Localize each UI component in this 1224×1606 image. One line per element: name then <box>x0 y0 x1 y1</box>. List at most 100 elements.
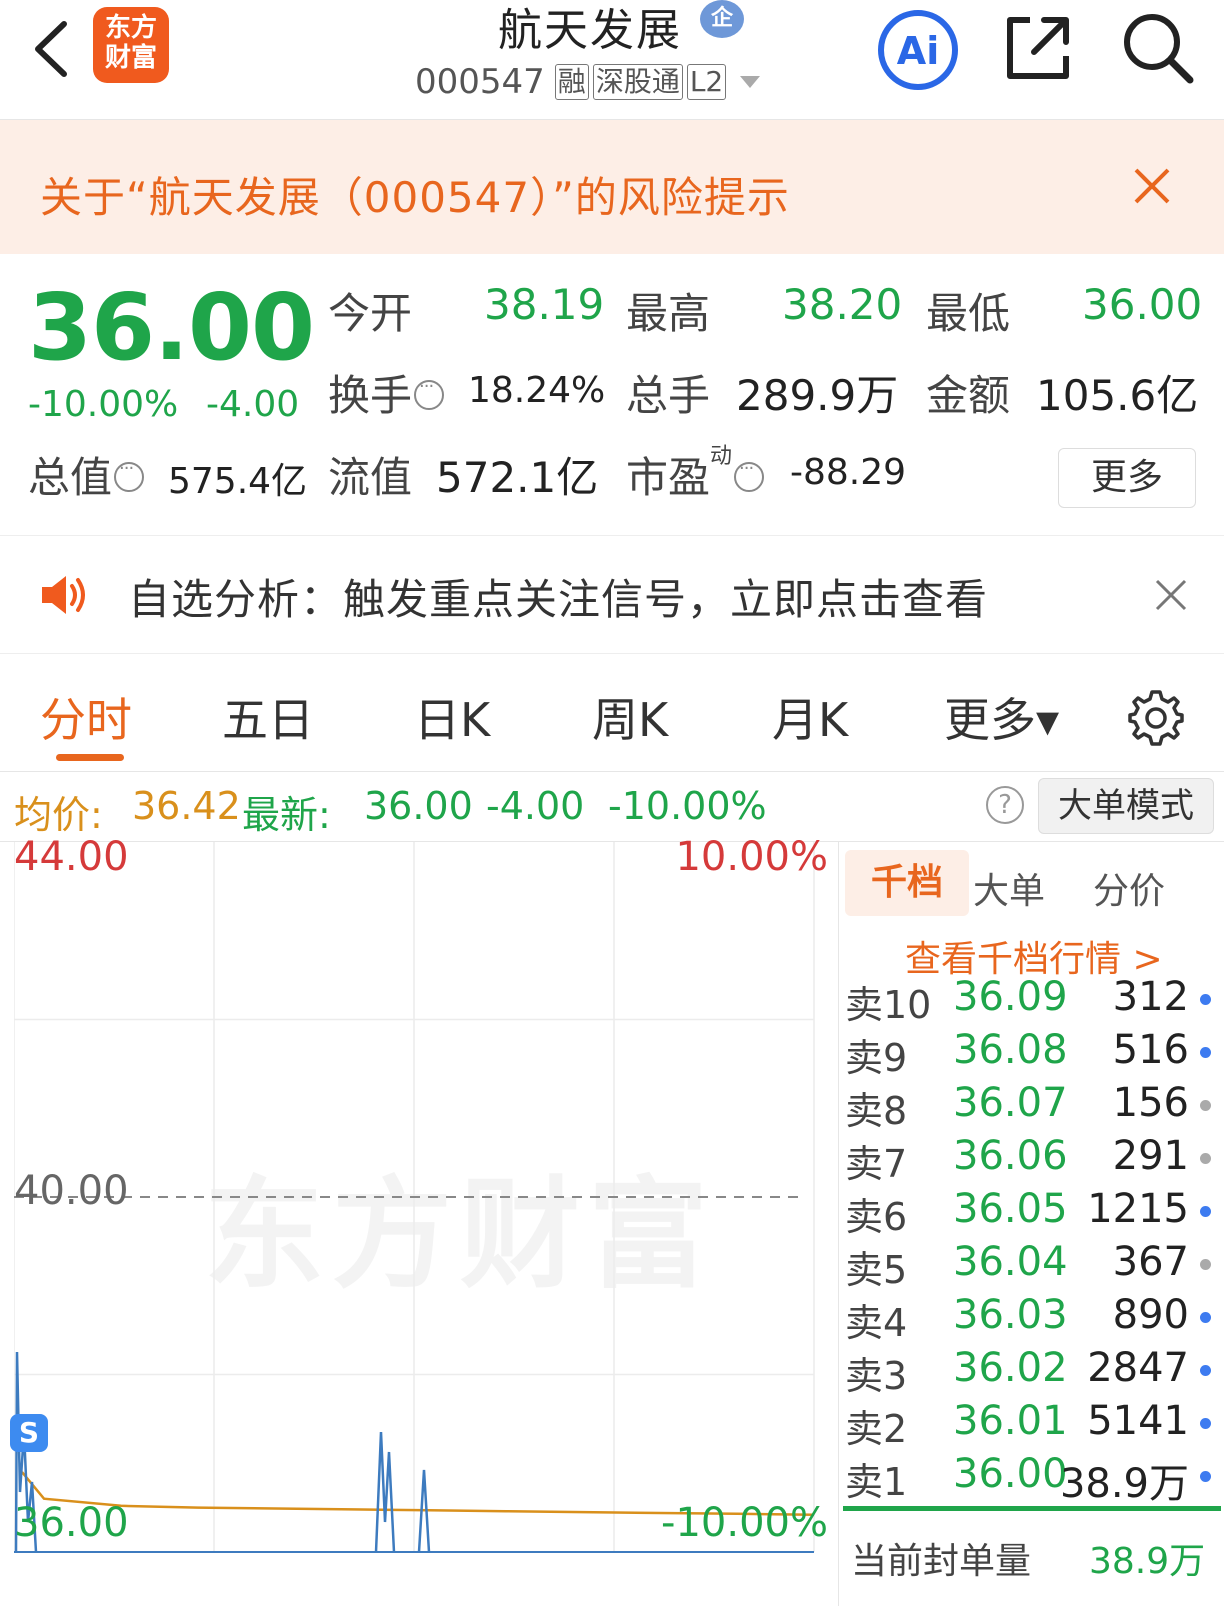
tab-daily-k[interactable]: 日K <box>414 684 490 750</box>
ask-price: 36.04 <box>953 1239 1068 1285</box>
tab-thousand-levels[interactable]: 千档 <box>845 850 969 916</box>
ask-price: 36.05 <box>953 1186 1068 1232</box>
ask-row[interactable]: 卖3 36.02 2847 <box>845 1345 1221 1398</box>
high-value: 38.20 <box>782 280 903 329</box>
order-book: 千档 大单 分价 查看千档行情 > 卖10 36.09 312 卖9 36.08 516 卖… <box>838 842 1224 1606</box>
sell-signal-marker[interactable]: S <box>10 1414 48 1452</box>
ask-row[interactable]: 卖8 36.07 156 <box>845 1080 1221 1133</box>
more-quote-button[interactable]: 更多 <box>1058 448 1196 508</box>
order-dot-icon <box>1200 1206 1211 1217</box>
volume-label: 总手 <box>626 371 711 420</box>
ask-row[interactable]: 卖6 36.05 1215 <box>845 1186 1221 1239</box>
ai-icon[interactable]: Ai <box>876 8 960 92</box>
order-dot-icon <box>1200 1100 1211 1111</box>
gear-icon[interactable] <box>1126 688 1184 746</box>
pe-value: -88.29 <box>790 452 907 493</box>
ask-volume: 5141 <box>1087 1398 1189 1444</box>
ask-price: 36.02 <box>953 1345 1068 1391</box>
latest-value: 36.00 <box>364 784 473 828</box>
ask-row[interactable]: 卖1 36.00 38.9万 <box>845 1451 1221 1507</box>
ask-volume: 38.9万 <box>1059 1461 1189 1507</box>
amount-value: 105.6亿 <box>1036 371 1199 420</box>
ask-row[interactable]: 卖5 36.04 367 <box>845 1239 1221 1292</box>
ask-level-label: 卖3 <box>845 1354 908 1398</box>
float-value: 572.1亿 <box>436 453 599 502</box>
search-icon[interactable] <box>1118 8 1198 88</box>
back-icon[interactable] <box>24 14 84 84</box>
risk-banner-text: 关于“航天发展（000547）”的风险提示 <box>40 173 790 222</box>
low-value: 36.00 <box>1082 280 1203 329</box>
ask-level-label: 卖4 <box>845 1301 908 1345</box>
order-dot-icon <box>1200 994 1211 1005</box>
ask-row[interactable]: 卖10 36.09 312 <box>845 974 1221 1027</box>
notice-text: 自选分析：触发重点关注信号，立即点击查看 <box>128 575 989 624</box>
turnover-label-text: 换手 <box>328 371 413 420</box>
mktcap-label[interactable]: 总值 <box>28 444 145 505</box>
active-tab-indicator <box>56 754 124 761</box>
avg-label: 均价: <box>14 793 103 837</box>
ask-price: 36.07 <box>953 1080 1068 1126</box>
avg-value: 36.42 <box>132 784 241 828</box>
price-spike <box>374 1431 396 1553</box>
ask-row[interactable]: 卖9 36.08 516 <box>845 1027 1221 1080</box>
analysis-notice[interactable]: 自选分析：触发重点关注信号，立即点击查看 <box>0 536 1224 654</box>
ask-volume: 890 <box>1112 1292 1189 1338</box>
more-info-icon[interactable] <box>734 458 765 492</box>
mktcap-value: 575.4亿 <box>168 461 308 502</box>
stock-code: 000547 <box>415 62 545 102</box>
ask-volume: 2847 <box>1087 1345 1189 1391</box>
tag-level2: L2 <box>686 64 727 100</box>
close-icon[interactable] <box>1132 166 1172 206</box>
ask-volume: 156 <box>1112 1080 1189 1126</box>
tab-big-orders[interactable]: 大单 <box>973 862 1045 914</box>
open-value: 38.19 <box>484 280 605 329</box>
tag-margin: 融 <box>554 64 589 100</box>
tab-more[interactable]: 更多▾ <box>944 684 1059 750</box>
more-info-icon[interactable] <box>114 458 145 492</box>
risk-banner[interactable]: 关于“航天发展（000547）”的风险提示 <box>0 120 1224 254</box>
tab-price-distribution[interactable]: 分价 <box>1093 862 1165 914</box>
order-dot-icon <box>1200 1153 1211 1164</box>
ask-volume: 312 <box>1112 974 1189 1020</box>
logo-line1: 东方 <box>104 13 157 43</box>
pct-axis-top: 10.00% <box>675 834 828 880</box>
pe-label[interactable]: 市盈动 <box>626 444 765 505</box>
intraday-chart[interactable]: 东方财富 44.00 10.00% 40.00 36.00 -10.00% S <box>10 834 834 1606</box>
order-dot-icon <box>1200 1312 1211 1323</box>
speaker-icon <box>42 576 85 614</box>
ask-level-label: 卖5 <box>845 1248 908 1292</box>
quote-panel: 36.00 -10.00% -4.00 今开 38.19 最高 38.20 最低… <box>0 254 1224 536</box>
seal-volume-value: 38.9万 <box>1089 1541 1206 1582</box>
ask-level-label: 卖6 <box>845 1195 908 1239</box>
stock-code-row[interactable]: 000547 融 深股通 L2 <box>415 62 761 102</box>
ask-row[interactable]: 卖4 36.03 890 <box>845 1292 1221 1345</box>
ask-price: 36.09 <box>953 974 1068 1020</box>
order-dot-icon <box>1200 1259 1211 1270</box>
chevron-down-icon[interactable] <box>740 76 761 88</box>
last-price: 36.00 <box>28 274 315 381</box>
tab-five-day[interactable]: 五日 <box>222 684 314 750</box>
close-icon[interactable] <box>1154 578 1188 612</box>
ask-price: 36.06 <box>953 1133 1068 1179</box>
help-icon[interactable]: ? <box>986 786 1024 824</box>
ask-row[interactable]: 卖2 36.01 5141 <box>845 1398 1221 1451</box>
float-label: 流值 <box>328 453 413 502</box>
chart-canvas <box>14 842 815 1553</box>
mktcap-label-text: 总值 <box>28 453 113 502</box>
ask-row[interactable]: 卖7 36.06 291 <box>845 1133 1221 1186</box>
y-axis-top: 44.00 <box>14 834 129 880</box>
big-order-mode-button[interactable]: 大单模式 <box>1038 778 1214 834</box>
tab-weekly-k[interactable]: 周K <box>592 684 668 750</box>
y-axis-bottom: 36.00 <box>14 1500 129 1546</box>
tag-connect: 深股通 <box>592 64 683 100</box>
tab-intraday[interactable]: 分时 <box>40 684 132 750</box>
tab-monthly-k[interactable]: 月K <box>772 684 848 750</box>
more-info-icon[interactable] <box>414 376 445 410</box>
ask-level-label: 卖10 <box>845 983 932 1027</box>
pe-label-text: 市盈 <box>626 453 711 502</box>
latest-change: -4.00 <box>486 784 585 828</box>
ask-volume: 291 <box>1112 1133 1189 1179</box>
share-icon[interactable] <box>1000 10 1076 86</box>
turnover-label[interactable]: 换手 <box>328 362 445 423</box>
logo-line2: 财富 <box>104 43 157 73</box>
